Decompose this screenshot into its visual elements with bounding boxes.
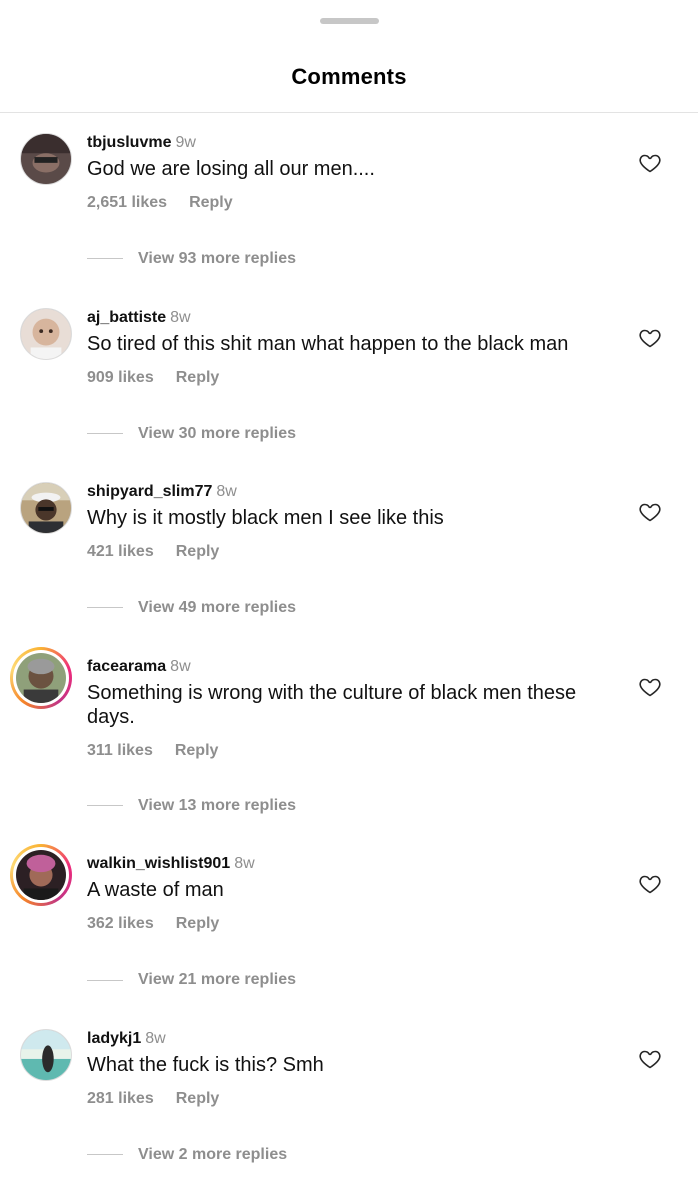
comment-item: tbjusluvme 9w God we are losing all our m… — [0, 113, 698, 288]
comment-text: Something is wrong with the culture of b… — [87, 681, 577, 728]
avatar-image — [21, 1029, 71, 1080]
reply-button[interactable]: Reply — [176, 915, 220, 932]
avatar-image — [16, 652, 66, 705]
avatar[interactable] — [20, 133, 72, 185]
avatar-with-story-ring[interactable] — [10, 844, 72, 907]
comment-item: walkin_wishlist901 8w A waste of man 362 … — [0, 834, 698, 1009]
avatar-image — [16, 850, 66, 903]
comment-text: What the fuck is this? Smh — [87, 1053, 324, 1076]
comment-actions: 909 likes Reply — [87, 368, 219, 388]
avatar-image — [21, 308, 71, 359]
comment-text: So tired of this shit man what happen to… — [87, 332, 569, 355]
page-title: Comments — [291, 64, 407, 89]
comment-meta: walkin_wishlist901 8w — [87, 854, 255, 874]
likes-count[interactable]: 311 likes — [87, 742, 153, 759]
avatar-image — [21, 134, 71, 184]
comment-text: Why is it mostly black men I see like th… — [87, 507, 444, 530]
view-more-replies[interactable]: View 13 more replies — [87, 796, 296, 816]
comment-meta: facearama 8w — [87, 657, 191, 677]
username[interactable]: shipyard_slim77 — [87, 483, 212, 500]
avatar-ring-gap — [13, 847, 69, 904]
avatar[interactable] — [20, 482, 72, 535]
comment-actions: 421 likes Reply — [87, 542, 219, 562]
comments-sheet: Comments tbjusluvme 9w God we are losing … — [0, 0, 698, 1200]
view-more-label[interactable]: View 13 more replies — [138, 797, 296, 814]
likes-count[interactable]: 362 likes — [87, 915, 154, 932]
view-more-label[interactable]: View 21 more replies — [138, 971, 296, 988]
reply-button[interactable]: Reply — [176, 369, 220, 386]
view-more-replies[interactable]: View 2 more replies — [87, 1145, 287, 1165]
likes-count[interactable]: 909 likes — [87, 369, 154, 386]
comment-actions: 281 likes Reply — [87, 1089, 219, 1109]
replies-divider-line — [87, 258, 123, 260]
heart-outline-icon[interactable] — [638, 1047, 662, 1071]
username[interactable]: walkin_wishlist901 — [87, 855, 230, 872]
timestamp: 8w — [216, 483, 237, 501]
username[interactable]: aj_battiste — [87, 309, 166, 326]
username[interactable]: facearama — [87, 658, 166, 675]
heart-outline-icon[interactable] — [638, 675, 662, 699]
comment-meta: aj_battiste 8w — [87, 308, 191, 328]
comment-item: ladykj1 8w What the fuck is this? Smh 281… — [0, 1009, 698, 1184]
sheet-drag-handle[interactable] — [320, 18, 379, 24]
replies-divider-line — [87, 1154, 123, 1156]
likes-count[interactable]: 2,651 likes — [87, 194, 167, 211]
avatar-ring-gap — [13, 649, 69, 706]
reply-button[interactable]: Reply — [189, 194, 233, 211]
view-more-label[interactable]: View 30 more replies — [138, 425, 296, 442]
view-more-replies[interactable]: View 49 more replies — [87, 598, 296, 618]
timestamp: 8w — [234, 855, 255, 873]
timestamp: 8w — [145, 1029, 166, 1047]
avatar[interactable] — [20, 307, 72, 360]
view-more-label[interactable]: View 49 more replies — [138, 599, 296, 616]
replies-divider-line — [87, 432, 123, 434]
comment-text: God we are losing all our men.... — [87, 158, 375, 180]
timestamp: 9w — [175, 134, 196, 151]
reply-button[interactable]: Reply — [176, 543, 220, 560]
comment-list: tbjusluvme 9w God we are losing all our m… — [0, 113, 698, 1183]
view-more-replies[interactable]: View 21 more replies — [87, 970, 296, 990]
username[interactable]: ladykj1 — [87, 1030, 141, 1047]
likes-count[interactable]: 281 likes — [87, 1090, 154, 1107]
comment-item: aj_battiste 8w So tired of this shit man … — [0, 288, 698, 463]
reply-button[interactable]: Reply — [176, 1090, 220, 1107]
heart-outline-icon[interactable] — [638, 500, 662, 524]
comment-item: shipyard_slim77 8w Why is it mostly black… — [0, 462, 698, 637]
comment-actions: 311 likes Reply — [87, 741, 218, 761]
avatar-image — [21, 483, 71, 534]
reply-button[interactable]: Reply — [175, 742, 219, 759]
avatar-with-story-ring[interactable] — [10, 646, 72, 709]
view-more-label[interactable]: View 2 more replies — [138, 1146, 287, 1163]
timestamp: 8w — [170, 308, 191, 326]
comment-meta: tbjusluvme 9w — [87, 133, 196, 153]
comment-meta: ladykj1 8w — [87, 1029, 166, 1049]
view-more-replies[interactable]: View 93 more replies — [87, 249, 296, 269]
heart-outline-icon[interactable] — [638, 151, 662, 175]
replies-divider-line — [87, 805, 123, 807]
username[interactable]: tbjusluvme — [87, 134, 171, 151]
avatar[interactable] — [20, 1028, 72, 1081]
comment-actions: 2,651 likes Reply — [87, 193, 233, 213]
view-more-label[interactable]: View 93 more replies — [138, 250, 296, 267]
comment-meta: shipyard_slim77 8w — [87, 482, 237, 502]
timestamp: 8w — [170, 657, 191, 675]
view-more-replies[interactable]: View 30 more replies — [87, 424, 296, 444]
heart-outline-icon[interactable] — [638, 872, 662, 896]
comment-item: facearama 8w Something is wrong with the … — [0, 637, 698, 835]
comment-text: A waste of man — [87, 879, 224, 902]
likes-count[interactable]: 421 likes — [87, 543, 154, 560]
replies-divider-line — [87, 607, 123, 609]
comment-actions: 362 likes Reply — [87, 914, 219, 934]
replies-divider-line — [87, 979, 123, 981]
heart-outline-icon[interactable] — [638, 326, 662, 350]
